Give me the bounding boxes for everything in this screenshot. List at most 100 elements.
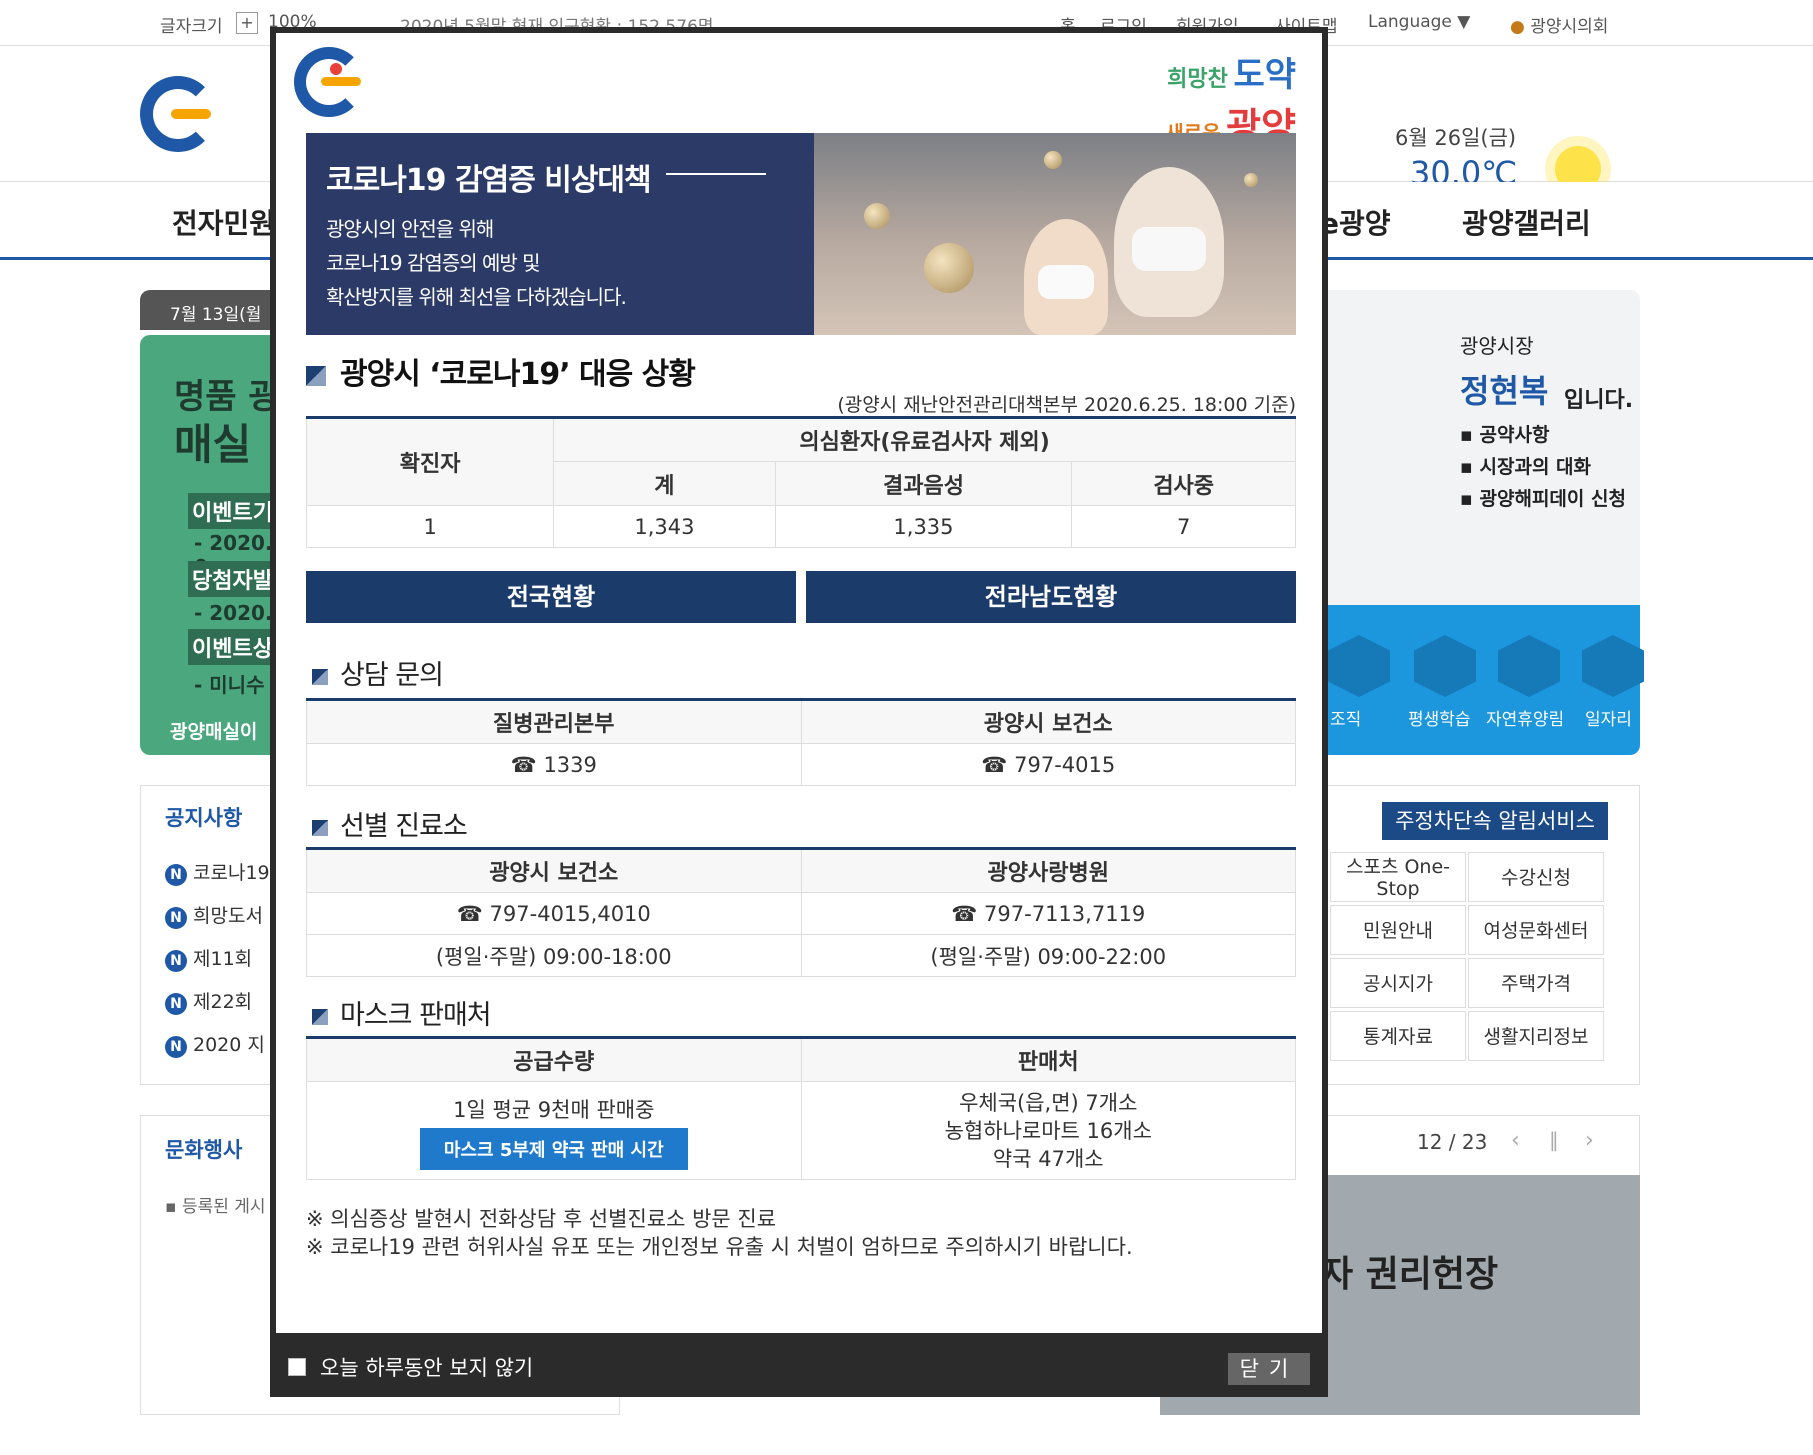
service-item[interactable]: 수강신청: [1468, 852, 1604, 902]
notice-item[interactable]: N 제22회: [165, 987, 252, 1015]
health-center-header: 광양시 보건소: [800, 699, 1296, 744]
quick-label[interactable]: 일자리: [1585, 705, 1632, 730]
briefcase-icon[interactable]: [1582, 635, 1644, 697]
mayor-title: 광양시장: [1460, 334, 1534, 358]
event-date-tab[interactable]: 7월 13일(월: [140, 290, 290, 330]
supply-header: 공급수량: [306, 1037, 802, 1082]
quick-menu: 조직 평생학습 자연휴양림 일자리: [1320, 605, 1644, 755]
font-plus-button[interactable]: +: [236, 12, 258, 34]
pause-icon[interactable]: ∥: [1549, 1128, 1559, 1152]
mask-table: 공급수량 판매처 1일 평균 9천매 판매중 마스크 5부제 약국 판매 시간 우…: [306, 1036, 1296, 1180]
banner-text-area: 코로나19 감염증 비상대책 광양시의 안전을 위해 코로나19 감염증의 예방…: [306, 133, 814, 335]
mask-5day-button[interactable]: 마스크 5부제 약국 판매 시간: [419, 1128, 688, 1170]
tree-icon[interactable]: [1498, 635, 1560, 697]
service-item[interactable]: 통계자료: [1330, 1011, 1466, 1061]
virus-icon: [1244, 173, 1258, 187]
mayor-suffix: 입니다.: [1564, 388, 1634, 413]
mayor-link-label: 광양해피데이 신청: [1479, 488, 1626, 510]
next-icon[interactable]: ›: [1585, 1128, 1594, 1153]
notice-item-label: 제11회: [193, 948, 253, 970]
quick-label[interactable]: 자연휴양림: [1486, 705, 1564, 730]
status-title: 광양시 ‘코로나19’ 대응 상황: [306, 349, 696, 393]
woman-with-mask: [1114, 167, 1224, 317]
confirmed-header: 확진자: [305, 417, 555, 506]
clinic-header: 광양시 보건소: [306, 848, 802, 893]
seller-cell: 우체국(읍,면) 7개소 농협하나로마트 16개소 약국 47개소: [800, 1081, 1296, 1180]
mask-title-text: 마스크 판매처: [340, 1000, 492, 1031]
banner-line: 확산방지를 위해 최선을 다하겠습니다.: [326, 285, 627, 309]
testing-count: 7: [1071, 505, 1296, 548]
service-item[interactable]: 공시지가: [1330, 958, 1466, 1008]
notice-item[interactable]: N 제11회: [165, 944, 252, 972]
seller-line: 약국 47개소: [992, 1146, 1104, 1171]
nav-item-e-civil[interactable]: 전자민원: [172, 202, 275, 242]
footnote: ※ 코로나19 관련 허위사실 유포 또는 개인정보 유출 시 처벌이 엄하므로…: [306, 1235, 1133, 1259]
gwangyang-logo-icon: [294, 47, 364, 117]
language-select[interactable]: Language ▼: [1368, 12, 1470, 32]
banner-photo: [814, 133, 1296, 335]
banner-line: 이벤트상: [188, 629, 277, 665]
jeonnam-status-button[interactable]: 전라남도현황: [806, 571, 1296, 623]
mask-title: 마스크 판매처: [312, 993, 492, 1032]
new-badge-icon: N: [165, 864, 187, 886]
dont-show-label[interactable]: 오늘 하루동안 보지 않기: [320, 1352, 533, 1382]
book-icon[interactable]: [1414, 635, 1476, 697]
prev-icon[interactable]: ‹: [1511, 1128, 1520, 1153]
popup-bottom-bar: 오늘 하루동안 보지 않기 닫기: [276, 1333, 1322, 1397]
notice-item[interactable]: N 2020 지: [165, 1030, 265, 1058]
gwangyang-logo[interactable]: [140, 76, 216, 152]
close-button[interactable]: 닫기: [1228, 1353, 1310, 1385]
clinic-phone[interactable]: ☎ 797-4015,4010: [306, 892, 802, 935]
nav-item-e-gwangyang[interactable]: e광양: [1320, 202, 1391, 242]
service-item[interactable]: 주택가격: [1468, 958, 1604, 1008]
dont-show-checkbox[interactable]: [288, 1358, 306, 1376]
mayor-link-label: 시장과의 대화: [1479, 456, 1592, 478]
notice-item[interactable]: N 코로나19: [165, 858, 270, 886]
virus-icon: [1044, 151, 1062, 169]
mayor-name: 정현복: [1460, 372, 1549, 410]
clinic-phone[interactable]: ☎ 797-7113,7119: [800, 892, 1296, 935]
mayor-link-dialogue[interactable]: ▪ 시장과의 대화: [1460, 452, 1591, 479]
weather-date: 6월 26일(금): [1395, 126, 1517, 150]
service-item[interactable]: 스포츠 One-Stop: [1330, 852, 1466, 902]
notice-title[interactable]: 공지사항: [165, 802, 242, 832]
service-item[interactable]: 민원안내: [1330, 905, 1466, 955]
rotator-title: 자 권리헌장: [1320, 1254, 1499, 1295]
status-title-text: 광양시 ‘코로나19’ 대응 상황: [340, 357, 696, 392]
popup-header: 희망찬 도약 새로운 광양: [276, 33, 1322, 149]
banner-title: 코로나19 감염증 비상대책: [326, 163, 652, 198]
parking-alert-service[interactable]: 주정차단속 알림서비스: [1382, 802, 1608, 840]
banner-line: 당첨자발: [188, 561, 277, 597]
notice-item[interactable]: N 희망도서: [165, 901, 263, 929]
health-center-phone[interactable]: ☎ 797-4015: [800, 743, 1296, 786]
culture-empty-label: 등록된 게시: [181, 1197, 266, 1217]
banner-divider: [666, 173, 766, 175]
banner-line: 매실: [174, 420, 252, 469]
seller-header: 판매처: [800, 1037, 1296, 1082]
banner-line: 코로나19 감염증의 예방 및: [326, 251, 541, 275]
banner-line: 광양시의 안전을 위해: [326, 217, 494, 241]
total-header: 계: [553, 461, 776, 506]
nav-item-gallery[interactable]: 광양갤러리: [1462, 202, 1591, 242]
culture-title[interactable]: 문화행사: [165, 1134, 242, 1164]
national-status-button[interactable]: 전국현황: [306, 571, 796, 623]
council-label: 광양시의회: [1530, 17, 1609, 37]
kcdc-phone[interactable]: ☎ 1339: [306, 743, 802, 786]
mayor-link-happyday[interactable]: ▪ 광양해피데이 신청: [1460, 484, 1626, 511]
maesil-event-banner[interactable]: 명품 광 매실 이벤트기 - 2020. 0 당첨자발 - 2020. 1 이벤…: [140, 335, 280, 755]
new-badge-icon: N: [165, 950, 187, 972]
status-note: (광양시 재난안전관리대책본부 2020.6.25. 18:00 기준): [837, 394, 1296, 416]
mayor-panel: 광양시장 정현복 입니다. ▪ 공약사항 ▪ 시장과의 대화 ▪ 광양해피데이 …: [1320, 290, 1640, 605]
font-size-label: 글자크기: [160, 17, 223, 37]
council-link[interactable]: ● 광양시의회: [1510, 12, 1608, 37]
service-item[interactable]: 생활지리정보: [1468, 1011, 1604, 1061]
service-item[interactable]: 여성문화센터: [1468, 905, 1604, 955]
quick-label[interactable]: 평생학습: [1408, 705, 1471, 730]
slogan-part: 희망찬: [1167, 67, 1228, 92]
culture-empty: ▪ 등록된 게시: [165, 1197, 266, 1217]
new-badge-icon: N: [165, 993, 187, 1015]
seller-line: 우체국(읍,면) 7개소: [959, 1090, 1138, 1115]
quick-label[interactable]: 조직: [1330, 705, 1361, 730]
org-icon[interactable]: [1328, 635, 1390, 697]
mayor-link-pledge[interactable]: ▪ 공약사항: [1460, 420, 1549, 447]
